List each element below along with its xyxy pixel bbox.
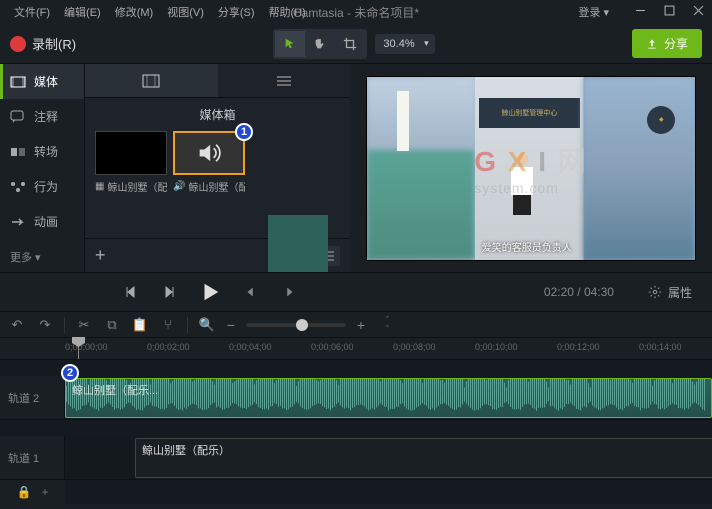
sidebar-item-annotate[interactable]: 注释 — [0, 99, 84, 134]
cut-button[interactable]: ✂ — [75, 317, 93, 333]
gear-icon — [648, 285, 662, 299]
toolbar: 录制(R) 30.4% 分享 — [0, 24, 712, 64]
audio-clip[interactable]: 鲸山别墅（配乐... — [65, 378, 712, 418]
properties-button[interactable]: 属性 — [648, 284, 692, 301]
track-body[interactable]: 鲸山别墅（配乐） — [65, 436, 712, 479]
menubar: 文件(F) 编辑(E) 修改(M) 视图(V) 分享(S) 帮助(H) Camt… — [0, 0, 712, 24]
menu-view[interactable]: 视图(V) — [161, 2, 210, 22]
sidebar-label: 转场 — [34, 143, 58, 160]
close-icon[interactable] — [693, 5, 704, 19]
copy-button[interactable]: ⧉ — [103, 317, 121, 333]
speaker-icon — [195, 139, 223, 167]
menu-modify[interactable]: 修改(M) — [109, 2, 160, 22]
zoom-out-button[interactable]: 🔍 — [198, 317, 216, 333]
step-fwd-button[interactable] — [277, 280, 301, 304]
media-tab-bin[interactable] — [85, 64, 218, 97]
media-thumb-video[interactable]: ▦鲸山别墅（配乐... — [95, 131, 167, 194]
sidebar-label: 媒体 — [34, 73, 58, 90]
sidebar-more[interactable]: 更多 ▾ — [0, 239, 84, 275]
upload-icon — [646, 38, 658, 50]
annotate-icon — [10, 109, 26, 125]
add-track-button[interactable]: + — [41, 485, 48, 499]
zoom-slider[interactable] — [246, 323, 346, 327]
redo-button[interactable]: ↷ — [36, 317, 54, 333]
hand-tool[interactable] — [305, 31, 335, 57]
crop-tool[interactable] — [335, 31, 365, 57]
track-header[interactable]: 轨道 1 — [0, 436, 65, 479]
cursor-tool[interactable] — [275, 31, 305, 57]
timeline-expand[interactable]: ˆˇ — [386, 316, 389, 334]
media-bin-header: 媒体箱 — [85, 98, 350, 131]
video-clip[interactable]: 鲸山别墅（配乐） — [135, 438, 712, 478]
minimize-icon[interactable] — [635, 5, 646, 19]
maximize-icon[interactable] — [664, 5, 675, 19]
list-icon — [276, 75, 292, 87]
prev-frame-button[interactable] — [119, 280, 143, 304]
login-dropdown[interactable]: 登录 ▾ — [578, 4, 609, 20]
record-label: 录制(R) — [32, 34, 76, 53]
media-icon — [10, 74, 26, 90]
media-tab-library[interactable] — [218, 64, 351, 97]
media-thumb-audio[interactable]: 1 🔊鲸山别墅（配乐... — [173, 131, 245, 194]
track-2: 轨道 2 2 鲸山别墅（配乐... — [0, 376, 712, 420]
play-button[interactable] — [195, 277, 225, 307]
menu-share[interactable]: 分享(S) — [212, 2, 261, 22]
sidebar-item-behavior[interactable]: 行为 — [0, 169, 84, 204]
menu-edit[interactable]: 编辑(E) — [58, 2, 107, 22]
transition-icon — [10, 144, 26, 160]
sidebar-label: 注释 — [34, 108, 58, 125]
callout-2: 2 — [61, 364, 79, 382]
paste-button[interactable]: 📋 — [131, 317, 149, 333]
timeline-tools: ↶ ↷ ✂ ⧉ 📋 ⑂ 🔍 − + ˆˇ — [0, 312, 712, 338]
playhead[interactable] — [78, 338, 79, 359]
sidebar-item-media[interactable]: 媒体 — [0, 64, 84, 99]
playback-bar: 02:20 / 04:30 属性 — [0, 272, 712, 312]
sidebar-item-transition[interactable]: 转场 — [0, 134, 84, 169]
behavior-icon — [10, 179, 26, 195]
undo-button[interactable]: ↶ — [8, 317, 26, 333]
canvas: 鲸山别墅管理中心 爱笑的客服员负责人 ◆ — [366, 76, 696, 261]
thumb-image — [173, 131, 245, 175]
menu-file[interactable]: 文件(F) — [8, 2, 56, 22]
sidebar-label: 动画 — [34, 213, 58, 230]
share-label: 分享 — [664, 35, 688, 52]
timeline-ruler[interactable]: 0;00;00;000;00;02;000;00;04;000;00;06;00… — [0, 338, 712, 360]
decorative-block — [268, 215, 328, 273]
thumb-label: ▦鲸山别墅（配乐... — [95, 179, 167, 194]
preview-canvas[interactable]: 鲸山别墅管理中心 爱笑的客服员负责人 ◆ G X I 网 system.com — [350, 64, 712, 272]
sidebar-label: 行为 — [34, 178, 58, 195]
sidebar: 媒体 注释 转场 行为 动画 更多 ▾ — [0, 64, 85, 272]
window-title: Camtasia - 未命名项目* — [293, 4, 419, 21]
track-1: 轨道 1 鲸山别墅（配乐） — [0, 436, 712, 480]
next-frame-button[interactable] — [157, 280, 181, 304]
clip-label: 鲸山别墅（配乐... — [72, 382, 158, 398]
split-button[interactable]: ⑂ — [159, 317, 177, 332]
filmstrip-icon — [142, 74, 160, 88]
callout-1: 1 — [235, 123, 253, 141]
thumb-image — [95, 131, 167, 175]
canvas-caption: 爱笑的客服员负责人 — [482, 239, 572, 254]
track-header[interactable]: 轨道 2 — [0, 376, 65, 419]
track-footer-controls[interactable]: 🔒 + — [0, 480, 65, 504]
thumb-label: 🔊鲸山别墅（配乐... — [173, 179, 245, 194]
zoom-dropdown[interactable]: 30.4% — [375, 34, 434, 54]
record-icon — [10, 36, 26, 52]
record-button[interactable]: 录制(R) — [10, 34, 76, 53]
sidebar-item-animation[interactable]: 动画 — [0, 204, 84, 239]
timeline-tracks: 轨道 2 2 鲸山别墅（配乐... 轨道 1 鲸山别墅（配乐） 🔒 + — [0, 360, 712, 504]
share-button[interactable]: 分享 — [632, 29, 702, 58]
track-body[interactable]: 2 鲸山别墅（配乐... — [65, 376, 712, 419]
time-display: 02:20 / 04:30 — [544, 285, 614, 299]
clip-label: 鲸山别墅（配乐） — [142, 442, 230, 458]
step-back-button[interactable] — [239, 280, 263, 304]
lock-icon[interactable]: 🔒 — [17, 485, 32, 499]
add-media-button[interactable]: + — [95, 245, 106, 266]
animation-icon — [10, 214, 26, 230]
